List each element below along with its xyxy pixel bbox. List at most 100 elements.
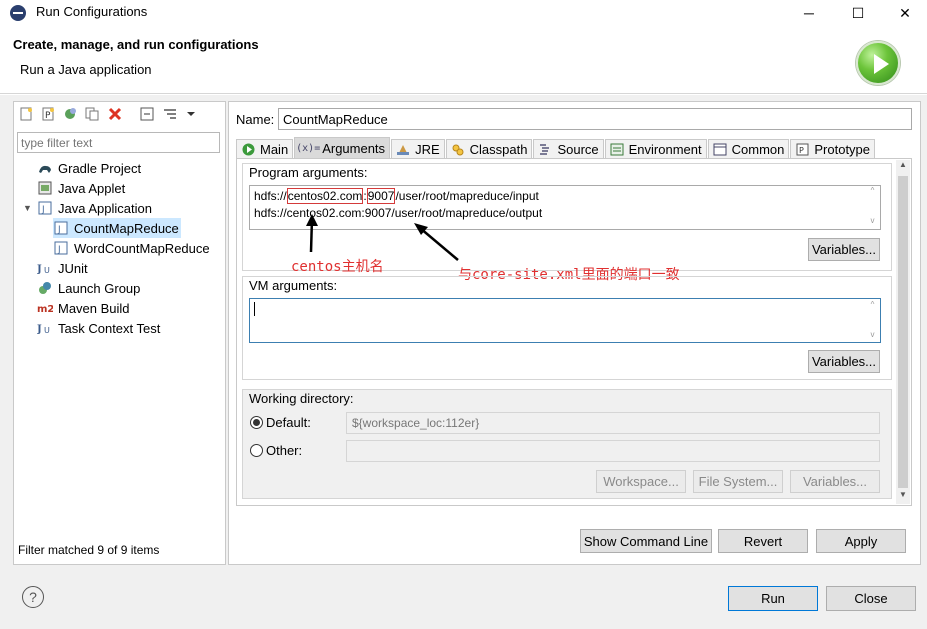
tree-item-label: Task Context Test [58, 320, 161, 336]
tree-item-label: CountMapReduce [74, 220, 179, 236]
main-tab-icon [241, 143, 255, 156]
dialog-subtitle: Run a Java application [20, 62, 152, 77]
maximize-button[interactable]: ☐ [835, 0, 881, 26]
tree-item-java-application[interactable]: ▼ J Java Application [23, 198, 225, 218]
svg-text:J: J [41, 205, 45, 215]
common-tab-icon [713, 143, 727, 156]
tree-item-java-applet[interactable]: Java Applet [37, 178, 225, 198]
arg-path: /user/root/mapreduce/input [395, 189, 539, 203]
tab-environment[interactable]: Environment [604, 139, 707, 159]
svg-text:U: U [44, 266, 50, 275]
vm-args-scrollbar[interactable]: ^ v [865, 300, 880, 341]
apply-button[interactable]: Apply [816, 529, 906, 553]
svg-text:J: J [57, 245, 61, 255]
run-logo-icon [856, 41, 900, 85]
tab-label: JRE [415, 142, 440, 157]
arg-host: centos02.com [286, 188, 364, 204]
junit-icon: JU [37, 320, 53, 336]
tab-common[interactable]: Common [707, 139, 790, 159]
svg-text:m2: m2 [37, 304, 53, 315]
text-cursor [254, 302, 255, 316]
new-config-icon[interactable] [18, 106, 34, 122]
tree-item-wordcountmapreduce[interactable]: J WordCountMapReduce [53, 238, 225, 258]
tab-label: Arguments [322, 141, 386, 156]
gradle-icon [37, 160, 53, 176]
default-directory-field: ${workspace_loc:112er} [346, 412, 880, 434]
window-title: Run Configurations [36, 4, 148, 19]
tab-jre[interactable]: JRE [391, 139, 445, 159]
default-radio[interactable] [250, 416, 263, 429]
run-button[interactable]: Run [728, 586, 818, 611]
default-radio-label: Default: [266, 415, 311, 430]
java-config-icon: J [53, 220, 69, 236]
tree-item-label: Launch Group [58, 280, 141, 296]
default-radio-row[interactable]: Default: [250, 415, 311, 430]
prototype-tab-icon: P [795, 143, 809, 156]
vm-arguments-label: VM arguments: [249, 278, 338, 293]
program-args-scrollbar[interactable]: ^ v [865, 186, 880, 229]
tab-classpath[interactable]: Classpath [445, 139, 533, 159]
close-window-button[interactable]: ✕ [882, 0, 927, 26]
svg-text:U: U [44, 326, 50, 335]
show-command-line-button[interactable]: Show Command Line [580, 529, 712, 553]
svg-text:P: P [799, 146, 804, 155]
tab-main[interactable]: Main [236, 139, 294, 159]
vm-args-variables-button[interactable]: Variables... [808, 350, 880, 373]
arg-port: 9007 [366, 188, 396, 204]
other-radio[interactable] [250, 444, 263, 457]
delete-config-icon[interactable] [107, 106, 123, 122]
vm-arguments-input[interactable] [249, 298, 881, 343]
tab-label: Main [260, 142, 289, 157]
tab-label: Common [731, 142, 785, 157]
tree-item-label: Java Applet [58, 180, 126, 196]
tree-item-task-context-test[interactable]: JU Task Context Test [37, 318, 225, 338]
new-prototype-icon[interactable]: P [40, 106, 56, 122]
jre-tab-icon [396, 143, 410, 156]
scroll-thumb[interactable] [898, 176, 908, 488]
classpath-tab-icon [451, 143, 465, 156]
tree-item-label: Maven Build [58, 300, 130, 316]
scroll-up-icon[interactable]: ▲ [896, 160, 910, 174]
tab-content-scrollbar[interactable]: ▲ ▼ [896, 160, 910, 504]
name-field[interactable]: CountMapReduce [278, 108, 912, 130]
other-radio-row[interactable]: Other: [250, 443, 302, 458]
tree-item-junit[interactable]: JU JUnit [37, 258, 225, 278]
filter-input[interactable] [17, 132, 220, 153]
tree-item-maven-build[interactable]: m2 Maven Build [37, 298, 225, 318]
workspace-button[interactable]: Workspace... [596, 470, 686, 493]
file-system-button[interactable]: File System... [693, 470, 783, 493]
svg-text:J: J [37, 324, 42, 335]
program-args-variables-button[interactable]: Variables... [808, 238, 880, 261]
tab-source[interactable]: Source [533, 139, 604, 159]
dialog-title: Create, manage, and run configurations [13, 37, 259, 52]
tab-label: Classpath [469, 142, 528, 157]
configuration-tree: Gradle Project Java Applet ▼ J Java Appl… [23, 158, 225, 338]
java-applet-icon [37, 180, 53, 196]
maven-icon: m2 [37, 300, 53, 316]
revert-button[interactable]: Revert [718, 529, 808, 553]
tab-bar: Main (x)= Arguments JRE Classpath Source… [236, 137, 876, 159]
view-menu-chevron-down-icon[interactable] [183, 106, 199, 122]
tab-label: Prototype [814, 142, 871, 157]
environment-tab-icon [610, 143, 624, 156]
tree-item-label: JUnit [58, 260, 88, 276]
tab-prototype[interactable]: P Prototype [790, 139, 876, 159]
filter-status: Filter matched 9 of 9 items [18, 543, 160, 557]
export-config-icon[interactable] [62, 106, 78, 122]
filter-configs-icon[interactable] [162, 106, 178, 122]
tab-arguments[interactable]: (x)= Arguments [294, 137, 391, 159]
tree-item-launch-group[interactable]: Launch Group [37, 278, 225, 298]
expand-chevron-icon[interactable]: ▼ [23, 203, 37, 213]
tree-item-gradle-project[interactable]: Gradle Project [37, 158, 225, 178]
other-directory-field [346, 440, 880, 462]
minimize-button[interactable]: ─ [786, 0, 832, 26]
scroll-down-icon[interactable]: ▼ [896, 490, 910, 504]
help-icon[interactable]: ? [22, 586, 44, 608]
close-button[interactable]: Close [826, 586, 916, 611]
workdir-variables-button[interactable]: Variables... [790, 470, 880, 493]
tree-item-countmapreduce[interactable]: J CountMapReduce [53, 218, 181, 238]
java-application-icon: J [37, 200, 53, 216]
duplicate-config-icon[interactable] [84, 106, 100, 122]
collapse-all-icon[interactable] [139, 106, 155, 122]
java-config-icon: J [53, 240, 69, 256]
